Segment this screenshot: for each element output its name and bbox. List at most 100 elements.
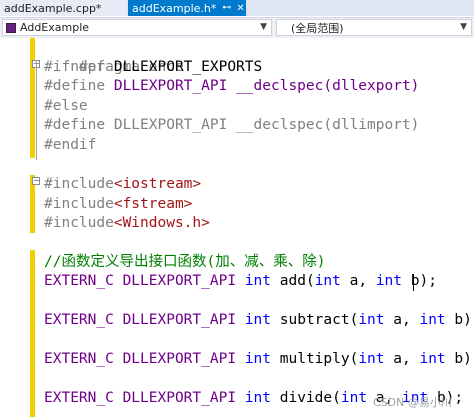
code-line: #define DLLEXPORT_API __declspec(dllimpo… (44, 116, 419, 136)
define-keyword: #define (44, 117, 106, 133)
include-keyword: #include (44, 195, 114, 212)
scope-dropdown[interactable]: (全局范围) ▼ (276, 19, 472, 36)
function-name: multiply (279, 351, 350, 367)
changed-lines-indicator (30, 38, 35, 158)
tab-addexample-cpp[interactable]: addExample.cpp* (0, 0, 126, 16)
macro-name: DLLEXPORT_EXPORTS (105, 58, 263, 75)
int-keyword: int (244, 351, 272, 367)
code-comment: //函数定义导出接口函数(加、减、乘、除) (44, 253, 326, 270)
int-keyword: int (419, 312, 446, 328)
code-line: EXTERN_C DLLEXPORT_API int multiply(int … (44, 350, 474, 370)
include-header: <iostream> (113, 176, 202, 192)
code-line: #define DLLEXPORT_API __declspec(dllexpo… (44, 77, 419, 97)
extern-c-macro: EXTERN_C (44, 390, 114, 406)
code-line: #include<fstream> (44, 195, 192, 215)
include-keyword: #include (44, 176, 114, 192)
collapse-icon[interactable]: − (32, 177, 40, 185)
int-keyword: int (358, 312, 385, 328)
include-keyword: #include (44, 215, 114, 231)
extern-c-macro: EXTERN_C (44, 312, 114, 328)
param: b); (402, 273, 437, 289)
param: b); (454, 351, 474, 367)
code-line: #include<iostream> (44, 175, 201, 195)
chevron-down-icon[interactable]: ▼ (260, 22, 267, 32)
function-name: subtract (279, 312, 350, 328)
tab-addexample-h[interactable]: addExample.h* ⊷ ✕ (128, 0, 246, 16)
param: a, (340, 273, 368, 289)
declspec-keyword: __declspec (236, 117, 324, 133)
project-icon (6, 22, 16, 33)
function-name: divide (279, 390, 333, 406)
param: a, (384, 312, 411, 328)
declspec-arg: (dllimport) (323, 117, 420, 133)
api-macro: DLLEXPORT_API (122, 351, 237, 367)
navigation-bar: AddExample ▼ (全局范围) ▼ (0, 17, 474, 39)
changed-lines-indicator (30, 250, 35, 417)
param: b); (454, 312, 474, 328)
int-keyword: int (244, 312, 272, 328)
int-keyword: int (244, 273, 272, 289)
int-keyword: int (419, 351, 446, 367)
api-macro: DLLEXPORT_API (122, 390, 237, 406)
text-caret (413, 274, 414, 291)
tab-label: addExample.h* (132, 1, 217, 15)
close-icon[interactable]: ✕ (236, 3, 244, 14)
outline-guide (36, 60, 37, 160)
int-keyword: int (314, 273, 341, 289)
param: a, (384, 351, 411, 367)
tab-label: addExample.cpp* (4, 1, 102, 15)
code-line: EXTERN_C DLLEXPORT_API int subtract(int … (44, 311, 474, 331)
scope-label: (全局范围) (291, 21, 344, 35)
paren: ( (332, 390, 341, 406)
code-line: #endif (44, 136, 96, 156)
project-dropdown[interactable]: AddExample ▼ (2, 19, 272, 36)
code-line: EXTERN_C DLLEXPORT_API int add(int a, in… (44, 272, 437, 292)
api-macro: DLLEXPORT_API (122, 312, 237, 328)
int-keyword: int (340, 390, 368, 406)
else-keyword: #else (44, 97, 88, 114)
macro-name: DLLEXPORT_API (105, 117, 228, 133)
extern-c-macro: EXTERN_C (44, 351, 114, 367)
declspec-keyword: __declspec (236, 78, 324, 94)
api-macro: DLLEXPORT_API (122, 273, 237, 289)
extern-c-macro: EXTERN_C (44, 273, 114, 289)
chevron-down-icon[interactable]: ▼ (460, 22, 467, 32)
paren: ( (305, 273, 315, 289)
code-line: #pragma once (44, 38, 184, 75)
ifndef-keyword: #ifndef (44, 58, 106, 75)
code-line: #include<Windows.h> (44, 214, 210, 234)
document-tab-bar: addExample.cpp* addExample.h* ⊷ ✕ (0, 0, 474, 16)
watermark: CSDN @易小川 (373, 396, 452, 409)
change-margin (30, 38, 35, 417)
include-header: <fstream> (113, 195, 193, 212)
declspec-arg: (dllexport) (323, 78, 420, 94)
function-name: add (279, 273, 306, 289)
code-line: #else (44, 97, 88, 117)
int-keyword: int (358, 351, 385, 367)
pin-icon[interactable]: ⊷ (222, 3, 231, 13)
project-name: AddExample (20, 21, 90, 34)
code-line: //函数定义导出接口函数(加、减、乘、除) (44, 253, 325, 273)
endif-keyword: #endif (44, 136, 97, 153)
define-keyword: #define (44, 78, 106, 94)
code-editor[interactable]: − − #pragma once #ifndef DLLEXPORT_EXPOR… (0, 38, 474, 417)
int-keyword: int (244, 390, 272, 406)
macro-name: DLLEXPORT_API (105, 78, 228, 94)
include-header: <Windows.h> (113, 215, 210, 231)
code-line: #ifndef DLLEXPORT_EXPORTS (44, 58, 262, 78)
